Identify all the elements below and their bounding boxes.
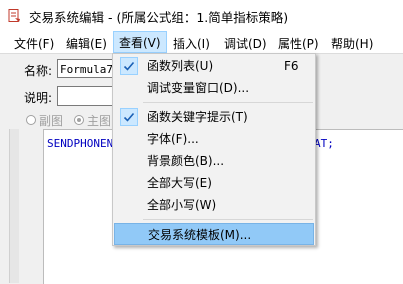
menu-file[interactable]: 文件(F) [14, 35, 54, 52]
check-icon [120, 108, 138, 126]
menu-item-trading-template[interactable]: 交易系统模板(M)... [114, 223, 314, 245]
code-line-tail: AT; [314, 137, 334, 150]
code-line: SENDPHONEN [47, 137, 114, 150]
menu-item-label: 字体(F)... [147, 132, 199, 146]
menu-insert[interactable]: 插入(I) [173, 35, 210, 52]
menu-item-all-lowercase[interactable]: 全部小写(W) [114, 194, 314, 216]
document-icon [8, 9, 20, 22]
description-input[interactable] [57, 86, 119, 106]
left-gutter [0, 129, 43, 283]
menu-item-label: 全部大写(E) [147, 176, 212, 190]
menu-item-label: 交易系统模板(M)... [148, 228, 252, 242]
view-menu-dropdown: 函数列表(U) F6 调试变量窗口(D)... 函数关键字提示(T) 字体(F)… [112, 53, 316, 246]
window-title: 交易系统编辑 - (所属公式组：1.简单指标策略) [29, 10, 289, 25]
name-input[interactable]: Formula7 [57, 59, 119, 78]
menu-separator [143, 219, 313, 220]
menu-item-label: 函数列表(U) [147, 59, 214, 73]
menu-item-all-uppercase[interactable]: 全部大写(E) [114, 172, 314, 194]
menu-item-label: 全部小写(W) [147, 198, 217, 212]
menu-item-label: 调试变量窗口(D)... [147, 81, 250, 95]
radio-mainchart[interactable] [74, 115, 84, 125]
menu-edit[interactable]: 编辑(E) [66, 35, 107, 52]
menu-item-background-color[interactable]: 背景颜色(B)... [114, 150, 314, 172]
check-icon [120, 57, 138, 75]
description-label: 说明: [24, 91, 53, 105]
menu-separator [143, 102, 313, 103]
menu-item-keyword-hints[interactable]: 函数关键字提示(T) [114, 106, 314, 128]
menu-item-function-list[interactable]: 函数列表(U) F6 [114, 55, 314, 77]
menu-view[interactable]: 查看(V) [113, 31, 167, 53]
menu-debug[interactable]: 调试(D) [224, 35, 267, 52]
menu-item-label: 背景颜色(B)... [147, 154, 225, 168]
title-bar: 交易系统编辑 - (所属公式组：1.简单指标策略) [0, 0, 403, 31]
menu-item-label: 函数关键字提示(T) [147, 110, 248, 124]
menu-item-font[interactable]: 字体(F)... [114, 128, 314, 150]
menu-help[interactable]: 帮助(H) [331, 35, 373, 52]
vertical-scrollbar[interactable] [9, 129, 19, 283]
menu-bar: 文件(F) 编辑(E) 查看(V) 插入(I) 调试(D) 属性(P) 帮助(H… [0, 31, 403, 53]
radio-mainchart-label: 主图 [87, 114, 112, 128]
name-label: 名称: [24, 64, 53, 78]
radio-subchart-label: 副图 [39, 114, 64, 128]
shortcut-label: F6 [284, 59, 299, 73]
menu-properties[interactable]: 属性(P) [278, 35, 319, 52]
menu-item-debug-variables[interactable]: 调试变量窗口(D)... [114, 77, 314, 99]
radio-subchart[interactable] [26, 115, 36, 125]
